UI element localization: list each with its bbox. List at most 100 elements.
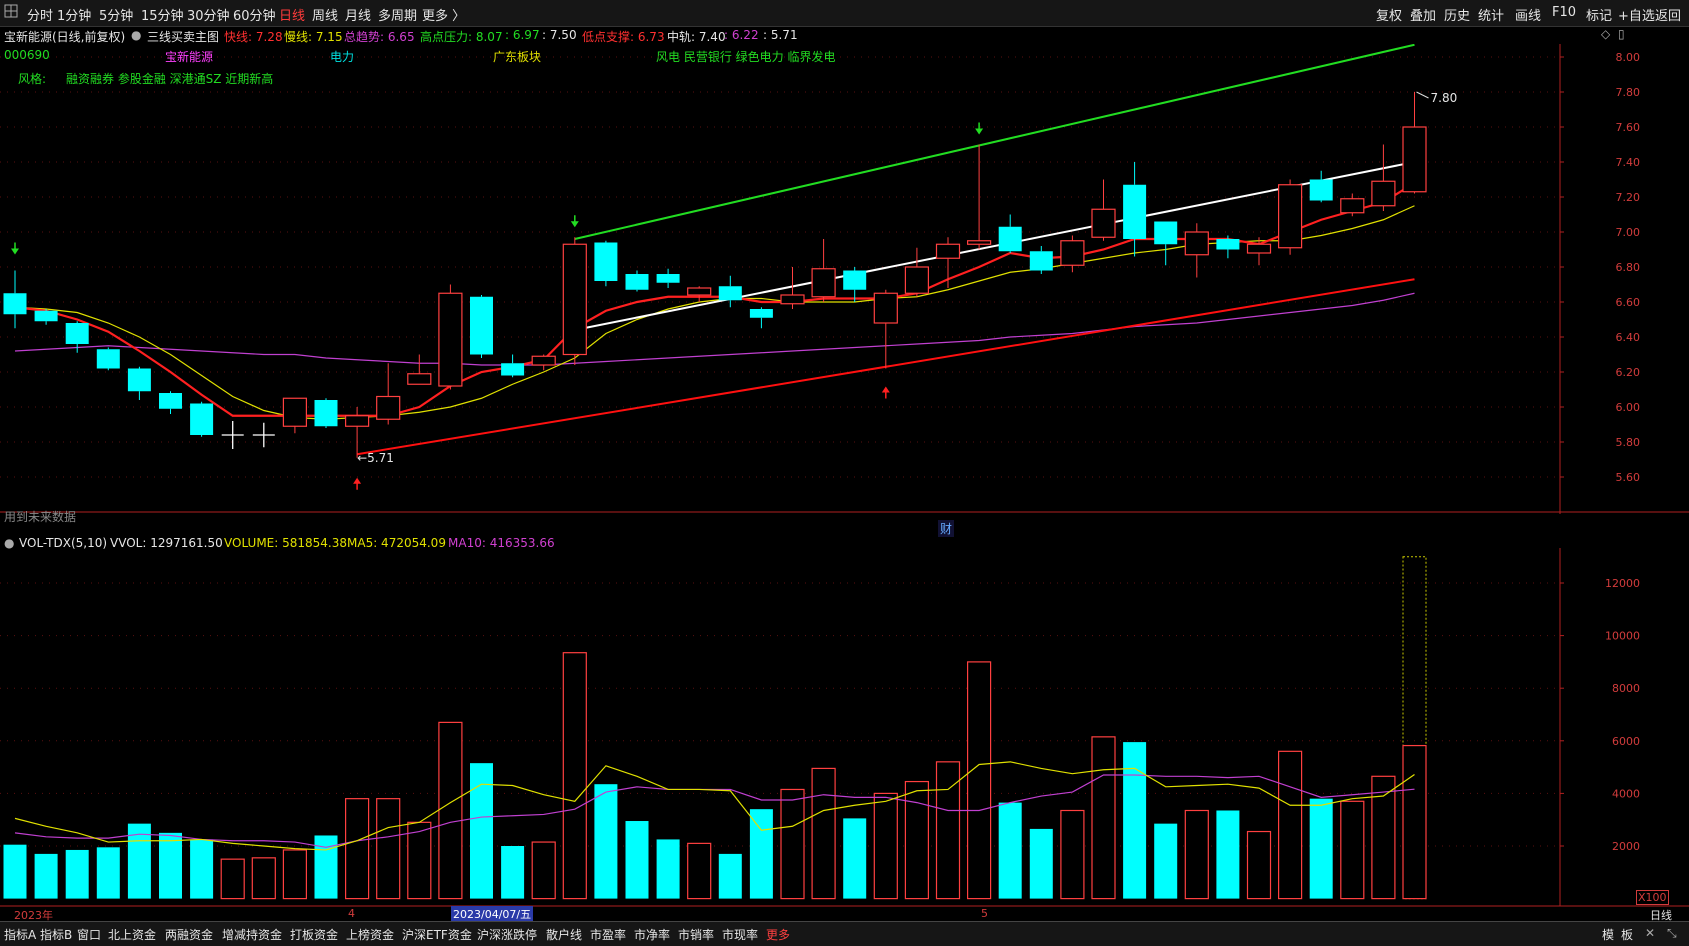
tab-pb[interactable]: 市净率	[634, 926, 670, 943]
indicator-name[interactable]: 三线买卖主图	[147, 28, 219, 45]
volume-bar	[904, 780, 930, 900]
tab-top-list[interactable]: 上榜资金	[346, 926, 394, 943]
price-tick-label: 6.20	[1616, 366, 1641, 379]
candle-body	[345, 415, 370, 427]
tab-etf-flow[interactable]: 沪深ETF资金	[402, 926, 472, 943]
signal-arrow	[353, 477, 362, 484]
volume-bar	[998, 802, 1022, 899]
panel-toggle-icon[interactable]: ▯	[1618, 27, 1625, 41]
candle-body	[1216, 239, 1240, 250]
price-tick-label: 6.00	[1616, 401, 1641, 414]
f10-button[interactable]: F10	[1552, 5, 1576, 20]
volume-tick-label: 2000	[1612, 840, 1640, 853]
volume-bar	[407, 821, 432, 900]
close-icon[interactable]: ✕	[1645, 926, 1655, 940]
candle-body	[501, 363, 525, 376]
volume-bar	[34, 853, 58, 899]
signal-arrow	[975, 128, 984, 135]
candle-body	[843, 270, 867, 290]
price-chart[interactable]: 7.80 ←5.71 8.00 7.80 7.60 7.40 7.20 7.00 6.80 6.…	[0, 44, 1689, 514]
volume-bar	[594, 784, 618, 899]
candle-body	[190, 403, 214, 435]
volume-bar	[1246, 830, 1272, 900]
tab-northbound[interactable]: 北上资金	[108, 926, 156, 943]
draw-line-button[interactable]: 画线	[1515, 5, 1541, 24]
cursor-date-label: 2023/04/07/五	[451, 906, 534, 922]
candle-body	[656, 274, 680, 283]
tab-daily[interactable]: 日线	[279, 5, 305, 24]
history-button[interactable]: 历史	[1444, 5, 1470, 24]
fuquan-button[interactable]: 复权	[1376, 5, 1402, 24]
volume-bar	[345, 798, 370, 900]
tab-ps[interactable]: 市销率	[678, 926, 714, 943]
tab-5min[interactable]: 5分钟	[99, 5, 133, 24]
tab-retail-line[interactable]: 散户线	[546, 926, 582, 943]
tab-board[interactable]: 板	[1621, 926, 1633, 943]
back-button[interactable]: 返回	[1655, 5, 1681, 24]
tab-limit-stats[interactable]: 沪深涨跌停	[477, 926, 537, 943]
volume-tick-label: 6000	[1612, 735, 1640, 748]
volume-bar	[531, 841, 556, 900]
volume-bar	[3, 844, 27, 899]
volume-tick-label: 4000	[1612, 787, 1640, 800]
indicator-dropdown-icon[interactable]: ●	[131, 28, 141, 42]
volume-chart[interactable]: 12000 10000 8000 6000 4000 2000	[0, 548, 1689, 918]
volume-bar	[625, 821, 649, 899]
tab-monthly[interactable]: 月线	[345, 5, 371, 24]
add-favorite-button[interactable]: +自选	[1618, 5, 1655, 24]
tab-margin[interactable]: 两融资金	[165, 926, 213, 943]
volume-bar	[314, 835, 338, 899]
tab-15min[interactable]: 15分钟	[141, 5, 184, 24]
volume-bar	[1154, 823, 1178, 899]
tab-mode[interactable]: 模	[1602, 926, 1614, 943]
candle-body	[935, 243, 961, 259]
low-price-label: ←5.71	[357, 451, 394, 465]
top-toolbar: 分时 1分钟 5分钟 15分钟 30分钟 60分钟 日线 周线 月线 多周期 更…	[0, 0, 1689, 27]
volume-bar	[843, 818, 867, 899]
tab-30min[interactable]: 30分钟	[187, 5, 230, 24]
candle-body	[1029, 251, 1053, 271]
fast-line	[14, 182, 1416, 417]
candle-body	[1154, 221, 1178, 245]
candle-body	[998, 226, 1022, 252]
tab-limit-board[interactable]: 打板资金	[290, 926, 338, 943]
resize-icon[interactable]: ⤡	[1667, 926, 1677, 941]
tab-more-bottom[interactable]: 更多	[766, 926, 790, 943]
diamond-icon[interactable]: ◇	[1601, 27, 1610, 41]
volume-bar	[1123, 742, 1147, 899]
stats-button[interactable]: 统计	[1478, 5, 1504, 24]
tab-indicator-a[interactable]: 指标A	[4, 926, 36, 943]
volume-bar	[780, 788, 805, 900]
mid-rail-v3: : 5.71	[763, 28, 798, 42]
tab-fenshi[interactable]: 分时	[27, 5, 53, 24]
volume-bar	[501, 846, 525, 899]
slow-line-value: 慢线: 7.15	[284, 30, 343, 44]
volume-bar	[1091, 736, 1116, 900]
tab-weekly[interactable]: 周线	[312, 5, 338, 24]
mark-button[interactable]: 标记	[1586, 5, 1612, 24]
volume-bar	[1340, 800, 1365, 900]
high-pressure-v2: : 6.97	[505, 28, 540, 42]
candle-body	[1340, 198, 1365, 214]
price-tick-label: 6.80	[1616, 261, 1641, 274]
candle-body	[282, 397, 307, 427]
candle-body	[127, 368, 151, 392]
tab-60min[interactable]: 60分钟	[233, 5, 276, 24]
candle-body	[873, 292, 898, 324]
mid-rail-value: 中轨: 7.40	[667, 30, 726, 44]
signal-arrow	[570, 221, 579, 228]
tab-pe[interactable]: 市盈率	[590, 926, 626, 943]
mid-rail-v2: : 6.22	[724, 28, 759, 42]
high-pressure-value: 高点压力: 8.07	[420, 30, 503, 44]
tab-pcf[interactable]: 市现率	[722, 926, 758, 943]
grid-icon[interactable]	[4, 4, 18, 22]
tab-holding-change[interactable]: 增减持资金	[222, 926, 282, 943]
tab-window[interactable]: 窗口	[77, 926, 101, 943]
tab-1min[interactable]: 1分钟	[57, 5, 91, 24]
overlay-button[interactable]: 叠加	[1410, 5, 1436, 24]
volume-bar	[190, 839, 214, 899]
volume-bar	[966, 661, 992, 900]
tab-indicator-b[interactable]: 指标B	[40, 926, 72, 943]
tab-multi-period[interactable]: 多周期	[378, 5, 417, 24]
tab-more[interactable]: 更多 〉	[422, 5, 465, 24]
